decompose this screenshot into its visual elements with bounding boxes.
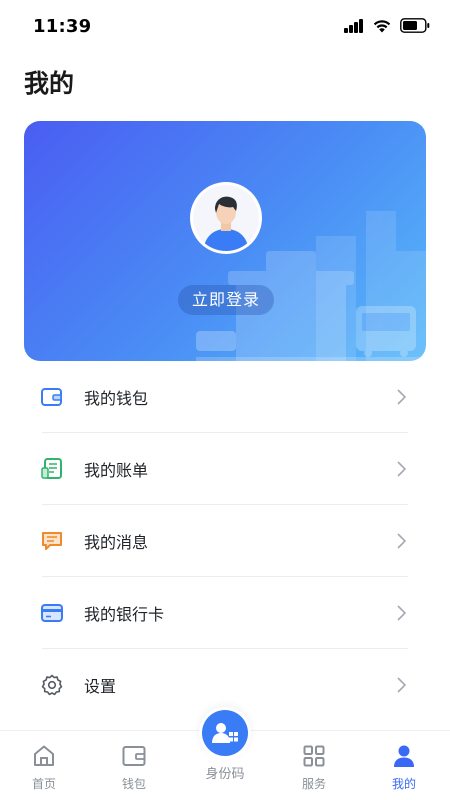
avatar[interactable] (190, 182, 262, 254)
tab-id-code[interactable]: 身份码 (195, 707, 255, 782)
chevron-right-icon (397, 533, 406, 549)
cellular-signal-icon (344, 18, 364, 33)
menu-item-label: 我的账单 (84, 461, 149, 480)
tab-label: 首页 (31, 777, 56, 791)
menu-list: 我的钱包 我的账单 我的消息 我的银行卡 设置 (24, 361, 426, 721)
tab-services[interactable]: 服务 (284, 743, 344, 792)
tab-mine[interactable]: 我的 (374, 743, 434, 792)
login-button[interactable]: 立即登录 (178, 285, 274, 315)
tab-wallet[interactable]: 钱包 (104, 743, 164, 792)
message-icon (40, 529, 64, 553)
chevron-right-icon (397, 461, 406, 477)
gear-icon (40, 673, 64, 697)
bank-card-icon (40, 601, 64, 625)
tab-label: 钱包 (121, 777, 146, 791)
user-icon (374, 743, 434, 769)
id-code-button (199, 707, 251, 759)
menu-item-wallet[interactable]: 我的钱包 (24, 361, 426, 433)
tab-label: 身份码 (205, 767, 245, 782)
home-icon (14, 743, 74, 769)
tab-bar: 首页 钱包 身份码 服务 我的 (0, 707, 450, 800)
avatar-illustration (193, 185, 259, 251)
grid-icon (284, 743, 344, 769)
id-code-icon (202, 710, 248, 756)
battery-icon (400, 18, 430, 33)
chevron-right-icon (397, 677, 406, 693)
menu-item-label: 设置 (84, 677, 117, 696)
menu-item-label: 我的钱包 (84, 389, 149, 408)
menu-item-bank-card[interactable]: 我的银行卡 (24, 577, 426, 649)
status-time: 11:39 (33, 16, 92, 37)
page-title: 我的 (24, 69, 75, 98)
menu-item-label: 我的消息 (84, 533, 149, 552)
chevron-right-icon (397, 605, 406, 621)
bill-icon (40, 457, 64, 481)
status-icons (344, 18, 430, 33)
tab-label: 服务 (301, 777, 326, 791)
status-bar: 11:39 (0, 0, 450, 52)
tab-label: 我的 (391, 777, 416, 791)
wifi-icon (372, 18, 392, 33)
menu-item-messages[interactable]: 我的消息 (24, 505, 426, 577)
menu-item-label: 我的银行卡 (84, 605, 165, 624)
profile-card: 立即登录 (24, 121, 426, 361)
wallet-icon (104, 743, 164, 769)
tab-home[interactable]: 首页 (14, 743, 74, 792)
wallet-icon (40, 385, 64, 409)
menu-item-bill[interactable]: 我的账单 (24, 433, 426, 505)
chevron-right-icon (397, 389, 406, 405)
